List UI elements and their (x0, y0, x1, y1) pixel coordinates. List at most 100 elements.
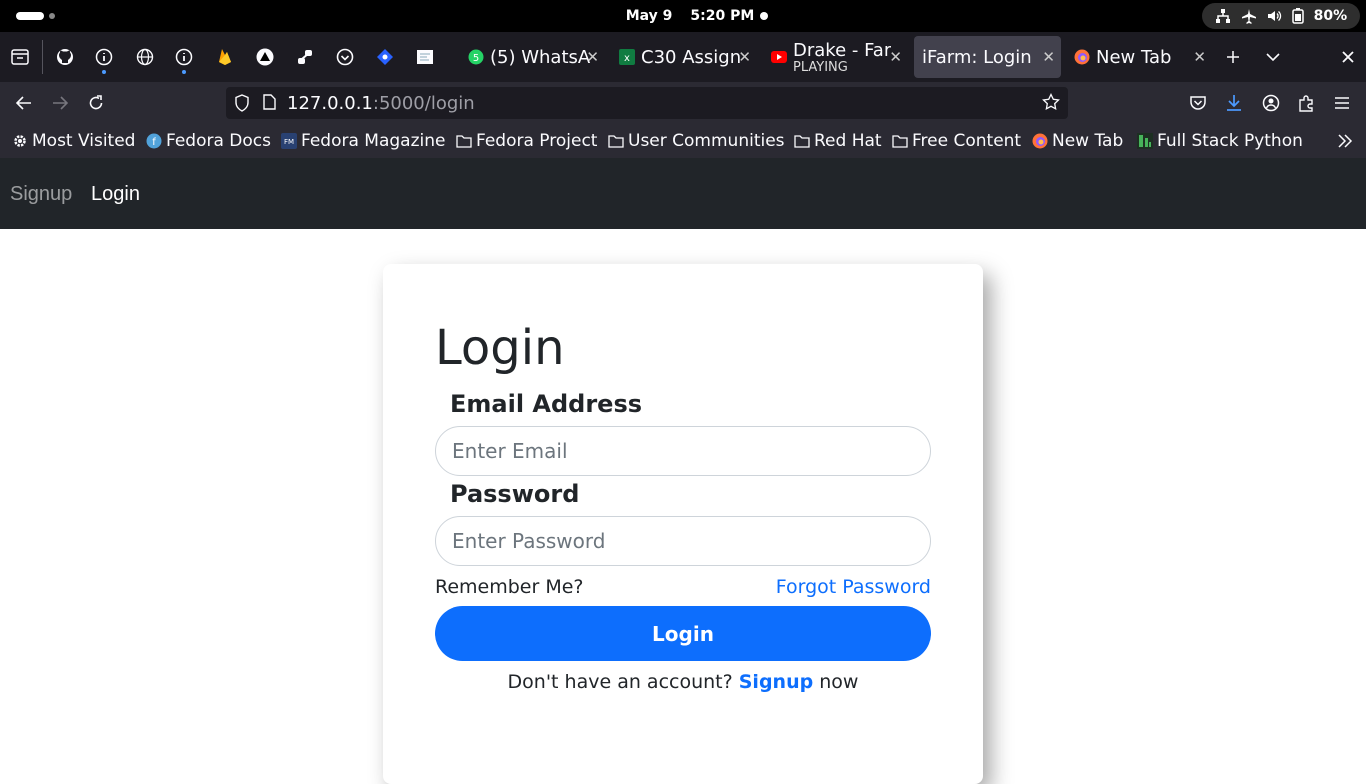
close-icon[interactable]: ✕ (738, 48, 751, 66)
email-label: Email Address (450, 390, 643, 418)
downloads-icon[interactable] (1222, 91, 1246, 115)
bookmark-most-visited[interactable]: Most Visited (12, 130, 135, 152)
activities-button[interactable] (16, 12, 55, 20)
excel-icon: x (619, 49, 635, 65)
bookmarks-overflow-chevron-icon[interactable] (1337, 130, 1353, 152)
pocket-icon[interactable] (1186, 91, 1210, 115)
system-tray[interactable]: 80% (1202, 3, 1360, 29)
new-tab-plus-icon[interactable] (1221, 45, 1245, 69)
signup-link[interactable]: Signup (739, 671, 813, 693)
tab-title: New Tab (1096, 46, 1172, 68)
globe-icon[interactable] (133, 45, 157, 69)
volume-icon (1266, 8, 1282, 24)
signup-suffix: now (819, 671, 859, 693)
github-icon[interactable] (53, 45, 77, 69)
nav-signup-link[interactable]: Signup (10, 183, 72, 206)
bookmark-label: Full Stack Python (1157, 131, 1303, 151)
bookmark-free-content[interactable]: Free Content (892, 130, 1021, 152)
clock-time: 5:20 PM (690, 8, 755, 24)
firebase-icon[interactable] (213, 45, 237, 69)
bookmark-red-hat[interactable]: Red Hat (794, 130, 882, 152)
bookmark-label: Fedora Magazine (301, 131, 446, 151)
fedora-magazine-icon: FM (281, 133, 297, 149)
bookmark-label: Most Visited (32, 131, 136, 151)
check-circle-icon[interactable] (333, 45, 357, 69)
back-arrow-icon[interactable] (12, 91, 36, 115)
svg-text:FM: FM (284, 138, 294, 146)
full-stack-python-icon (1137, 133, 1153, 149)
svg-text:f: f (152, 137, 156, 148)
tab-title: Drake - Far (793, 39, 892, 61)
bookmark-star-icon[interactable] (1042, 92, 1060, 115)
url-bar[interactable]: 127.0.0.1:5000/login (226, 87, 1068, 119)
svg-text:x: x (624, 53, 630, 64)
account-icon[interactable] (1259, 91, 1283, 115)
remember-me-label[interactable]: Remember Me? (435, 576, 584, 598)
bookmark-label: Free Content (912, 131, 1022, 151)
tab-list-chevron-down-icon[interactable] (1261, 45, 1285, 69)
gear-icon (12, 133, 28, 149)
whatsapp-icon: 5 (468, 49, 484, 65)
tab-ifarm-login[interactable]: iFarm: Login ✕ (914, 36, 1061, 78)
folder-icon (608, 133, 624, 149)
login-button[interactable]: Login (435, 606, 931, 661)
bookmarks-toolbar: Most Visited f Fedora Docs FM Fedora Mag… (0, 124, 1366, 158)
bookmark-label: Red Hat (814, 131, 882, 151)
youtube-icon (771, 49, 787, 65)
tab-title-group: Drake - Far PLAYING (793, 40, 891, 75)
page-icon[interactable] (262, 94, 276, 114)
info-icon[interactable] (92, 45, 116, 74)
tab-whatsapp[interactable]: 5 (5) WhatsA ✕ (460, 36, 605, 78)
password-label: Password (450, 480, 580, 508)
bookmark-label: Fedora Docs (166, 131, 272, 151)
folder-icon (794, 133, 810, 149)
url-host: 127.0.0.1 (287, 93, 373, 114)
shield-icon[interactable] (234, 94, 250, 116)
document-thumb-icon[interactable] (413, 45, 437, 69)
clock-date: May 9 (625, 8, 673, 24)
firefox-icon (1032, 133, 1048, 149)
tab-excel[interactable]: x C30 Assign ✕ (611, 36, 757, 78)
url-text[interactable]: 127.0.0.1:5000/login (287, 93, 475, 114)
triangle-logo-icon[interactable] (253, 45, 277, 69)
nav-login-link[interactable]: Login (91, 183, 140, 206)
bookmark-full-stack-python[interactable]: Full Stack Python (1137, 130, 1303, 152)
close-icon[interactable]: ✕ (889, 48, 902, 66)
folder-icon (892, 133, 908, 149)
tab-new-tab[interactable]: New Tab ✕ (1066, 36, 1212, 78)
system-clock[interactable]: May 9 5:20 PM (600, 0, 780, 32)
close-icon[interactable]: ✕ (1042, 48, 1055, 66)
bookmark-fedora-docs[interactable]: f Fedora Docs (146, 130, 271, 152)
window-close-icon[interactable] (1336, 45, 1360, 69)
firefox-view-icon[interactable] (8, 45, 32, 69)
fedora-icon: f (146, 133, 162, 149)
bookmark-user-communities[interactable]: User Communities (608, 130, 785, 152)
browser-nav-toolbar: 127.0.0.1:5000/login (0, 82, 1366, 124)
tab-youtube[interactable]: Drake - Far PLAYING ✕ (763, 36, 908, 78)
tab-playing-label: PLAYING (793, 59, 848, 75)
link-tool-icon[interactable] (293, 45, 317, 69)
bookmark-label: Fedora Project (476, 131, 598, 151)
url-path: :5000/login (372, 93, 475, 114)
notification-dot (760, 12, 768, 20)
extensions-icon[interactable] (1294, 91, 1318, 115)
page-title: Login (435, 320, 565, 376)
close-icon[interactable]: ✕ (586, 48, 599, 66)
close-icon[interactable]: ✕ (1193, 48, 1206, 66)
signup-prefix: Don't have an account? (507, 671, 733, 693)
forgot-password-link[interactable]: Forgot Password (776, 576, 931, 598)
tab-title: (5) WhatsA (490, 46, 591, 68)
reload-icon[interactable] (84, 91, 108, 115)
password-field[interactable] (435, 516, 931, 566)
bookmark-new-tab[interactable]: New Tab (1032, 130, 1123, 152)
login-card: Login Email Address Password Remember Me… (383, 264, 983, 784)
diamond-app-icon[interactable] (373, 45, 397, 69)
info-icon[interactable] (172, 45, 196, 74)
tab-title: C30 Assign (641, 46, 742, 68)
forward-arrow-icon[interactable] (48, 91, 72, 115)
hamburger-menu-icon[interactable] (1330, 91, 1354, 115)
signup-prompt: Don't have an account? Signup now (383, 671, 983, 693)
bookmark-fedora-magazine[interactable]: FM Fedora Magazine (281, 130, 445, 152)
email-field[interactable] (435, 426, 931, 476)
bookmark-fedora-project[interactable]: Fedora Project (456, 130, 597, 152)
